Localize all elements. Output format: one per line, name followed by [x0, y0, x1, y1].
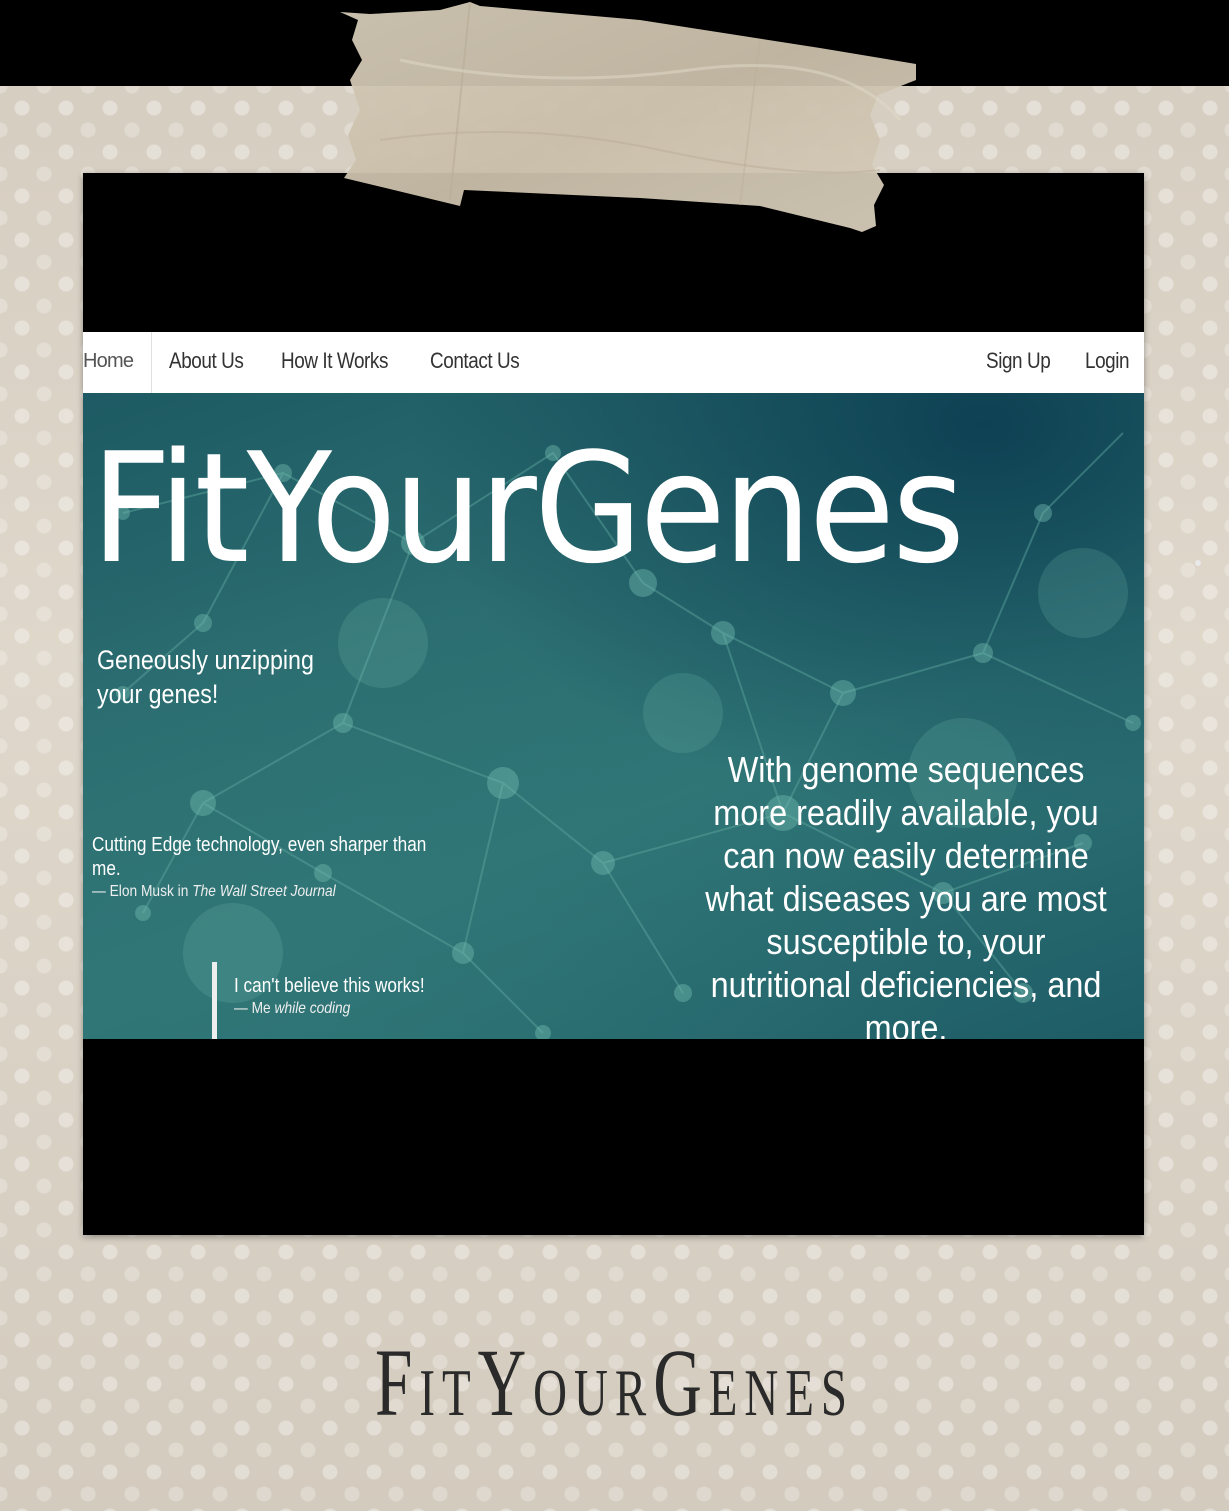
quote-source: while coding [274, 1000, 351, 1017]
site-title: FitYourGenes [91, 420, 965, 597]
navbar: Home About Us How It Works Contact Us Si… [83, 332, 1144, 394]
quote-dash: — [92, 883, 110, 900]
quote-dash: — [234, 1000, 252, 1017]
polaroid-frame: Home About Us How It Works Contact Us Si… [83, 173, 1144, 1235]
nav-signup-link[interactable]: Sign Up [986, 332, 1051, 393]
masking-tape-graphic [340, 1, 916, 232]
quote-author: Elon Musk in [109, 883, 189, 900]
nav-home-link[interactable]: Home [83, 332, 152, 393]
hero-description: With genome sequences more readily avail… [705, 749, 1107, 1039]
nav-about-link[interactable]: About Us [169, 332, 244, 393]
quote-text: I can't believe this works! [234, 975, 425, 997]
testimonial-quote-2: I can't believe this works! — Me while c… [212, 962, 494, 1039]
hero-jumbotron: FitYourGenes Geneously unzipping your ge… [83, 393, 1144, 1039]
nav-contact-link[interactable]: Contact Us [430, 332, 520, 393]
nav-how-it-works-link[interactable]: How It Works [281, 332, 388, 393]
quote-author: Me [251, 1000, 271, 1017]
quote-text: Cutting Edge technology, even sharper th… [92, 834, 427, 880]
quote-footer: — Me while coding [234, 1000, 458, 1018]
quote-source: The Wall Street Journal [192, 883, 336, 900]
footer-brand-title: FitYourGenes [375, 1329, 854, 1436]
nav-login-link[interactable]: Login [1085, 332, 1130, 393]
quote-footer: — Elon Musk in The Wall Street Journal [92, 883, 432, 901]
pin-dot [1195, 560, 1201, 566]
hero-tagline: Geneously unzipping your genes! [97, 645, 314, 709]
testimonial-quote-1: Cutting Edge technology, even sharper th… [92, 833, 487, 901]
